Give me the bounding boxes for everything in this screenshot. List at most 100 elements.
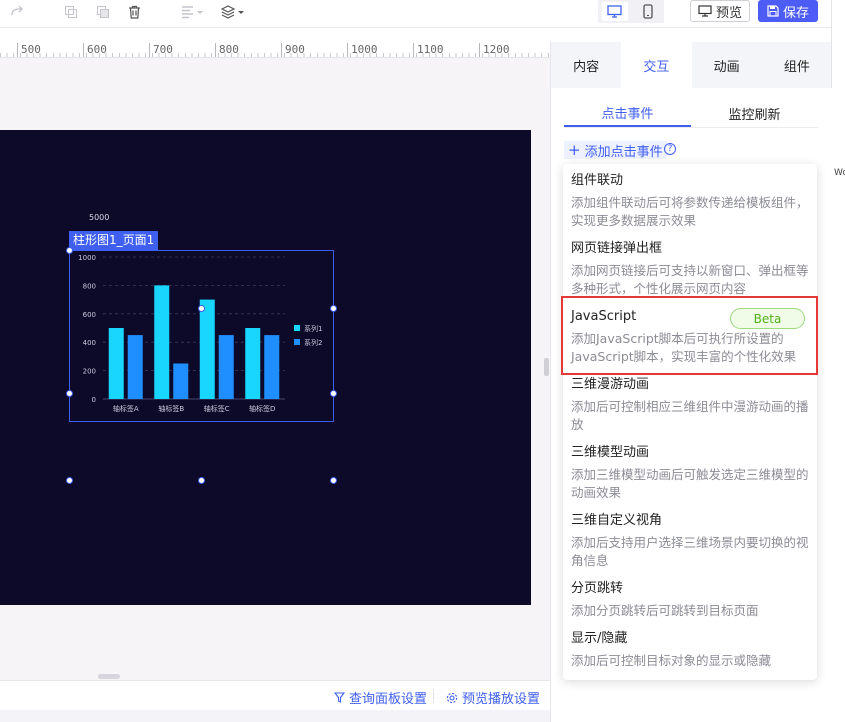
bar — [199, 299, 215, 399]
tab-monitor-refresh[interactable]: 监控刷新 — [691, 100, 818, 127]
preview-icon — [698, 5, 712, 17]
menu-item-title: 三维模型动画 — [571, 445, 650, 460]
widget-name-tag: 柱形图1_页面1 — [69, 231, 159, 250]
y-tick-label: 600 — [83, 311, 96, 319]
redo-icon[interactable] — [8, 3, 26, 21]
bar — [154, 285, 170, 399]
horizontal-scrollbar[interactable] — [98, 674, 120, 679]
bar — [245, 328, 261, 399]
top-toolbar: 预览 保存 — [0, 0, 831, 28]
menu-item-3d-roaming-animation[interactable]: 三维漫游动画 添加后可控制相应三维组件中漫游动画的播放 — [571, 376, 811, 434]
resize-handle-bottom-right[interactable] — [330, 477, 337, 484]
y-tick-label: 400 — [83, 339, 96, 347]
menu-item-title: 网页链接弹出框 — [571, 241, 663, 256]
x-tick-label: 轴标签D — [249, 404, 275, 413]
bar-chart: 0 200 400 600 800 1000 轴标签A 轴标签B 轴标签C 轴标签D 系列1 系列2 — [78, 254, 322, 413]
resize-handle-bottom[interactable] — [198, 477, 205, 484]
bar — [264, 335, 280, 399]
mobile-view-button[interactable] — [635, 2, 661, 21]
paste-icon[interactable] — [94, 3, 112, 21]
menu-item-web-link-popup[interactable]: 网页链接弹出框 添加网页链接后可支持以新窗口、弹出框等多种形式，个性化展示网页内… — [571, 240, 811, 298]
query-panel-settings-link[interactable]: 查询面板设置 — [334, 688, 427, 707]
help-icon[interactable]: ? — [664, 143, 676, 155]
layers-icon[interactable] — [220, 3, 246, 21]
bar-chart-widget[interactable]: 0 200 400 600 800 1000 轴标签A 轴标签B 轴标签C 轴标签D 系列1 系列2 — [69, 250, 334, 422]
phone-icon — [642, 4, 653, 19]
ruler-label: 600 — [83, 43, 107, 57]
desktop-view-button[interactable] — [601, 2, 628, 21]
menu-item-desc: 添加网页链接后可支持以新窗口、弹出框等多种形式，个性化展示网页内容 — [571, 263, 809, 296]
tab-click-events[interactable]: 点击事件 — [564, 100, 691, 127]
legend-label: 系列2 — [304, 338, 322, 347]
preview-button[interactable]: 预览 — [690, 0, 750, 22]
bar — [108, 328, 124, 399]
horizontal-ruler: 500 600 700 800 900 1000 1100 1200 — [0, 42, 550, 58]
divider — [433, 689, 434, 703]
resize-handle-right[interactable] — [330, 390, 337, 397]
menu-item-title: 组件联动 — [571, 173, 624, 188]
menu-item-title: 三维漫游动画 — [571, 377, 650, 392]
resize-handle-top[interactable] — [198, 305, 205, 312]
resize-handle-top-right[interactable] — [330, 305, 337, 312]
x-tick-label: 轴标签B — [158, 404, 184, 413]
save-button[interactable]: 保存 — [758, 0, 818, 22]
tab-content[interactable]: 内容 — [551, 42, 621, 88]
ruler-label: 900 — [281, 43, 305, 57]
bar — [218, 335, 234, 399]
resize-handle-bottom-left[interactable] — [66, 477, 73, 484]
tab-components[interactable]: 组件 — [762, 42, 832, 88]
ruler-label: 1100 — [413, 43, 444, 57]
align-icon[interactable] — [180, 3, 206, 21]
tab-interaction[interactable]: 交互 — [621, 42, 692, 88]
save-label: 保存 — [782, 5, 809, 21]
ruler-label: 700 — [149, 43, 173, 57]
menu-item-component-linkage[interactable]: 组件联动 添加组件联动后可将参数传递给模板组件，实现更多数据展示效果 — [571, 172, 811, 230]
event-type-menu: 组件联动 添加组件联动后可将参数传递给模板组件，实现更多数据展示效果 网页链接弹… — [563, 164, 817, 680]
preview-settings-label: 预览播放设置 — [462, 692, 541, 707]
menu-item-3d-model-animation[interactable]: 三维模型动画 添加三维模型动画后可触发选定三维模型的动画效果 — [571, 444, 811, 502]
x-tick-label: 轴标签C — [204, 404, 230, 413]
filter-icon — [334, 692, 345, 703]
gear-icon — [446, 692, 458, 703]
plus-icon: + — [568, 140, 581, 159]
right-edge-strip: Wo — [831, 0, 845, 722]
y-tick-label: 800 — [83, 282, 96, 290]
ruler-label: 500 — [17, 43, 41, 57]
bar — [127, 335, 143, 399]
tab-animation[interactable]: 动画 — [692, 42, 762, 88]
chart-top-label: 5000 — [89, 213, 110, 222]
save-icon — [767, 5, 779, 17]
bar — [173, 363, 189, 399]
menu-item-title: 显示/隐藏 — [571, 631, 628, 646]
legend-swatch — [294, 325, 300, 331]
add-click-event-button[interactable]: + 添加点击事件 — [564, 140, 667, 160]
legend-swatch — [294, 339, 300, 345]
monitor-icon — [607, 5, 622, 18]
menu-item-3d-custom-view[interactable]: 三维自定义视角 添加后支持用户选择三维场景内要切换的视角信息 — [571, 512, 811, 570]
y-tick-label: 200 — [83, 368, 96, 376]
resize-handle-left[interactable] — [66, 390, 73, 397]
copy-icon[interactable] — [62, 3, 80, 21]
menu-item-desc: 添加组件联动后可将参数传递给模板组件，实现更多数据展示效果 — [571, 195, 809, 228]
panel-resize-handle[interactable] — [544, 358, 549, 376]
preview-play-settings-link[interactable]: 预览播放设置 — [446, 688, 540, 707]
preview-label: 预览 — [715, 5, 742, 21]
y-tick-label: 1000 — [78, 254, 96, 262]
menu-item-title: 三维自定义视角 — [571, 513, 663, 528]
canvas-bottom-bar: 查询面板设置 预览播放设置 — [0, 680, 550, 710]
ruler-label: 1000 — [347, 43, 378, 57]
menu-item-desc: 添加后可控制目标对象的显示或隐藏 — [571, 653, 772, 668]
menu-item-title: 分页跳转 — [571, 581, 624, 596]
ruler-label: 1200 — [479, 43, 510, 57]
menu-item-show-hide[interactable]: 显示/隐藏 添加后可控制目标对象的显示或隐藏 — [571, 630, 811, 670]
menu-item-desc: 添加分页跳转后可跳转到目标页面 — [571, 603, 759, 618]
menu-item-desc: 添加后可控制相应三维组件中漫游动画的播放 — [571, 399, 809, 432]
menu-item-page-jump[interactable]: 分页跳转 添加分页跳转后可跳转到目标页面 — [571, 580, 811, 620]
menu-item-desc: 添加三维模型动画后可触发选定三维模型的动画效果 — [571, 467, 809, 500]
trash-icon[interactable] — [125, 3, 143, 21]
query-settings-label: 查询面板设置 — [349, 692, 428, 707]
legend-label: 系列1 — [304, 324, 322, 333]
x-tick-label: 轴标签A — [113, 404, 139, 413]
menu-item-desc: 添加后支持用户选择三维场景内要切换的视角信息 — [571, 535, 809, 568]
resize-handle-top-left[interactable] — [66, 247, 73, 254]
